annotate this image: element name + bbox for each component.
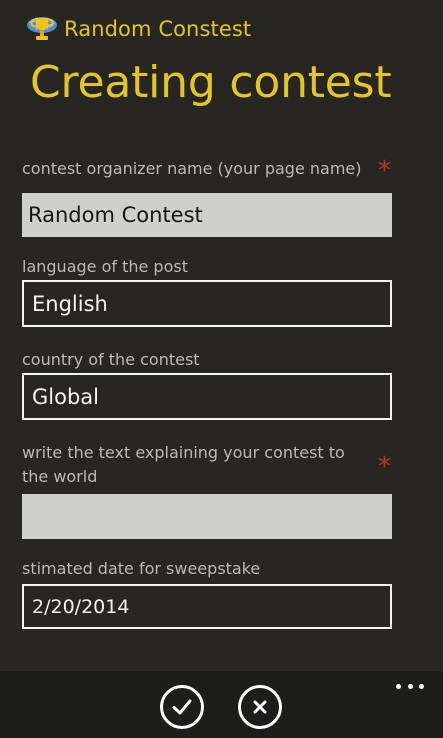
- language-label: language of the post: [22, 257, 188, 276]
- application-bar: [0, 671, 443, 738]
- sweepstake-date-field[interactable]: 2/20/2014: [22, 584, 392, 629]
- cancel-button[interactable]: [238, 685, 282, 729]
- contest-text-field[interactable]: [22, 494, 392, 539]
- contest-text-label: write the text explaining your contest t…: [22, 443, 345, 486]
- more-dot: [419, 683, 424, 689]
- sweepstake-date-label: stimated date for sweepstake: [22, 559, 261, 578]
- more-dot: [407, 683, 413, 689]
- country-label: country of the contest: [22, 350, 200, 369]
- app-header: Random Constest: [26, 14, 251, 44]
- organizer-name-field[interactable]: Random Contest: [22, 193, 392, 237]
- organizer-required-marker: *: [378, 156, 391, 186]
- trophy-globe-icon: [27, 17, 57, 40]
- check-icon: [172, 699, 192, 715]
- more-dot: [396, 683, 401, 689]
- close-icon: [253, 700, 267, 714]
- organizer-name-label: contest organizer name (your page name): [22, 159, 362, 178]
- contest-text-required-marker: *: [378, 452, 391, 482]
- app-title: Random Constest: [64, 17, 252, 41]
- confirm-button[interactable]: [160, 685, 204, 729]
- language-field[interactable]: English: [22, 280, 392, 327]
- country-field[interactable]: Global: [22, 373, 392, 420]
- page-title: Creating contest: [30, 57, 392, 108]
- more-dots-icon[interactable]: [396, 681, 424, 691]
